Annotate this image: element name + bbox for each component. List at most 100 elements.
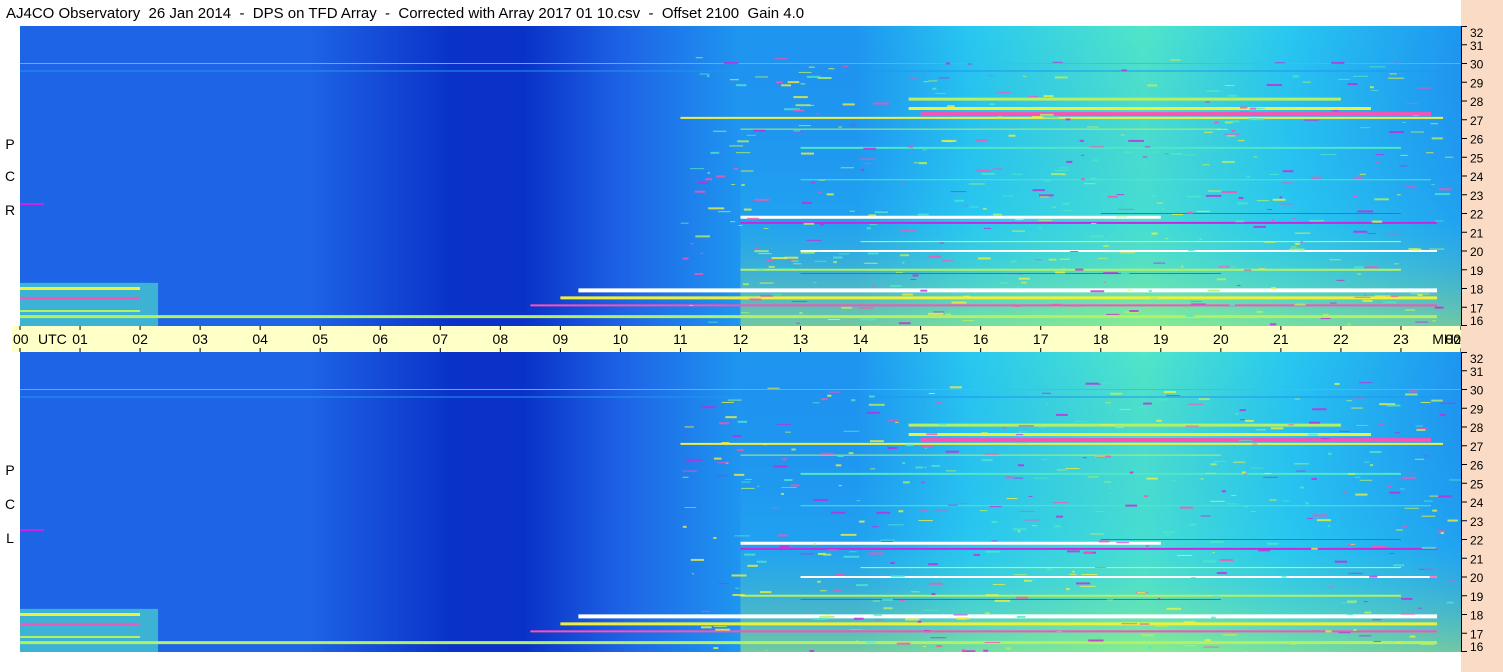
speckle-408 (1282, 182, 1293, 184)
speckle-367 (747, 564, 758, 567)
speckle-199 (1066, 550, 1080, 553)
speckle-276 (1164, 534, 1173, 536)
speckle-89 (1011, 230, 1025, 232)
speckle-272 (1271, 287, 1277, 290)
speckle-322 (1105, 402, 1111, 404)
speckle-380 (1065, 468, 1080, 470)
speckle-83 (1258, 549, 1271, 552)
speckle-41 (1013, 304, 1021, 307)
speckle-73 (1015, 434, 1024, 436)
speckle-242 (1170, 59, 1181, 61)
speckle-305 (1116, 542, 1130, 544)
speckle-206 (721, 442, 730, 445)
speckle-302 (1321, 438, 1330, 440)
speckle-339 (1311, 477, 1317, 480)
speckle-215 (1059, 258, 1071, 260)
speckle-6 (1005, 274, 1018, 276)
speckle-258 (975, 139, 988, 142)
speckle-33 (801, 201, 812, 204)
speckle-405 (913, 162, 928, 164)
speckle-359 (967, 63, 973, 65)
speckle-52 (898, 510, 904, 513)
speckle-0 (835, 573, 845, 576)
speckle-363 (716, 462, 729, 464)
speckle-180 (1352, 75, 1369, 77)
speckle-7 (1371, 545, 1387, 548)
speckle-267 (1056, 515, 1063, 518)
speckle-12 (1119, 252, 1135, 254)
speckle-179 (1122, 601, 1131, 603)
time-tick-label-10: 10 (613, 331, 629, 347)
carrier-line-3 (908, 423, 1341, 427)
speckle-26 (1448, 479, 1461, 481)
speckle-175 (1409, 635, 1416, 638)
speckle-270 (1364, 461, 1370, 463)
speckle-320 (1166, 531, 1175, 534)
speckle-170 (1164, 238, 1169, 240)
speckle-14 (729, 145, 743, 147)
speckle-172 (953, 614, 968, 616)
speckle-185 (1161, 208, 1165, 211)
time-axis: 00 01 02 03 04 05 06 07 08 09 10 11 12 13 14 15 16 17 18 19… (12, 326, 1461, 352)
speckle-209 (699, 73, 710, 75)
freq-tick-label-1-15: 31 (1470, 365, 1484, 379)
speckle-44 (812, 402, 820, 404)
speckle-180 (1396, 642, 1402, 644)
speckle-296 (1216, 278, 1226, 281)
speckle-93 (744, 553, 756, 556)
speckle-139 (1388, 131, 1404, 134)
speckle-234 (926, 433, 938, 436)
speckle-281 (1058, 167, 1069, 169)
speckle-240 (1430, 123, 1439, 125)
speckle-347 (1209, 540, 1224, 543)
speckle-160 (1432, 509, 1438, 512)
speckle-304 (1018, 431, 1028, 433)
speckle-16 (1405, 309, 1416, 311)
speckle-226 (1090, 222, 1097, 224)
speckle-334 (1013, 574, 1028, 576)
time-tick-label-1: 01 (72, 331, 88, 347)
speckle-329 (1369, 575, 1378, 578)
speckle-271 (1223, 634, 1237, 636)
speckle-410 (1229, 304, 1236, 307)
speckle-125 (732, 434, 742, 437)
speckle-52 (939, 242, 945, 244)
time-tick-label-20: 20 (1213, 331, 1229, 347)
speckle-56 (1410, 131, 1425, 133)
speckle-39 (760, 295, 773, 297)
speckle-373 (1373, 640, 1382, 642)
speckle-220 (864, 262, 878, 264)
speckle-187 (1268, 543, 1279, 545)
speckle-62 (928, 80, 938, 82)
speckle-139 (1244, 473, 1248, 475)
speckle-11 (777, 534, 788, 537)
speckle-38 (723, 62, 739, 65)
speckle-130 (1097, 257, 1108, 259)
speckle-60 (736, 449, 744, 452)
speckle-110 (1293, 463, 1309, 465)
speckle-318 (741, 487, 755, 489)
speckle-313 (1363, 601, 1369, 603)
speckle-113 (1016, 615, 1026, 618)
speckle-223 (793, 109, 805, 112)
speckle-317 (1217, 128, 1228, 130)
time-tick-label-0: 00 (13, 331, 29, 347)
rcp-label-c: C (4, 168, 16, 184)
speckle-289 (1088, 639, 1104, 642)
speckle-9 (1076, 582, 1091, 585)
speckle-110 (1206, 90, 1220, 93)
speckle-167 (1103, 272, 1119, 275)
speckle-220 (1213, 595, 1220, 598)
speckle-232 (715, 304, 723, 306)
speckle-15 (826, 193, 834, 196)
speckle-84 (1288, 424, 1295, 426)
speckle-327 (1364, 295, 1367, 297)
speckle-384 (992, 168, 1003, 170)
carrier-line-3 (908, 97, 1341, 101)
speckle-203 (848, 452, 854, 455)
speckle-26 (997, 92, 1011, 94)
carrier-line-8 (578, 288, 1437, 293)
speckle-407 (1309, 219, 1325, 222)
speckle-386 (1098, 382, 1115, 384)
speckle-415 (830, 511, 846, 514)
